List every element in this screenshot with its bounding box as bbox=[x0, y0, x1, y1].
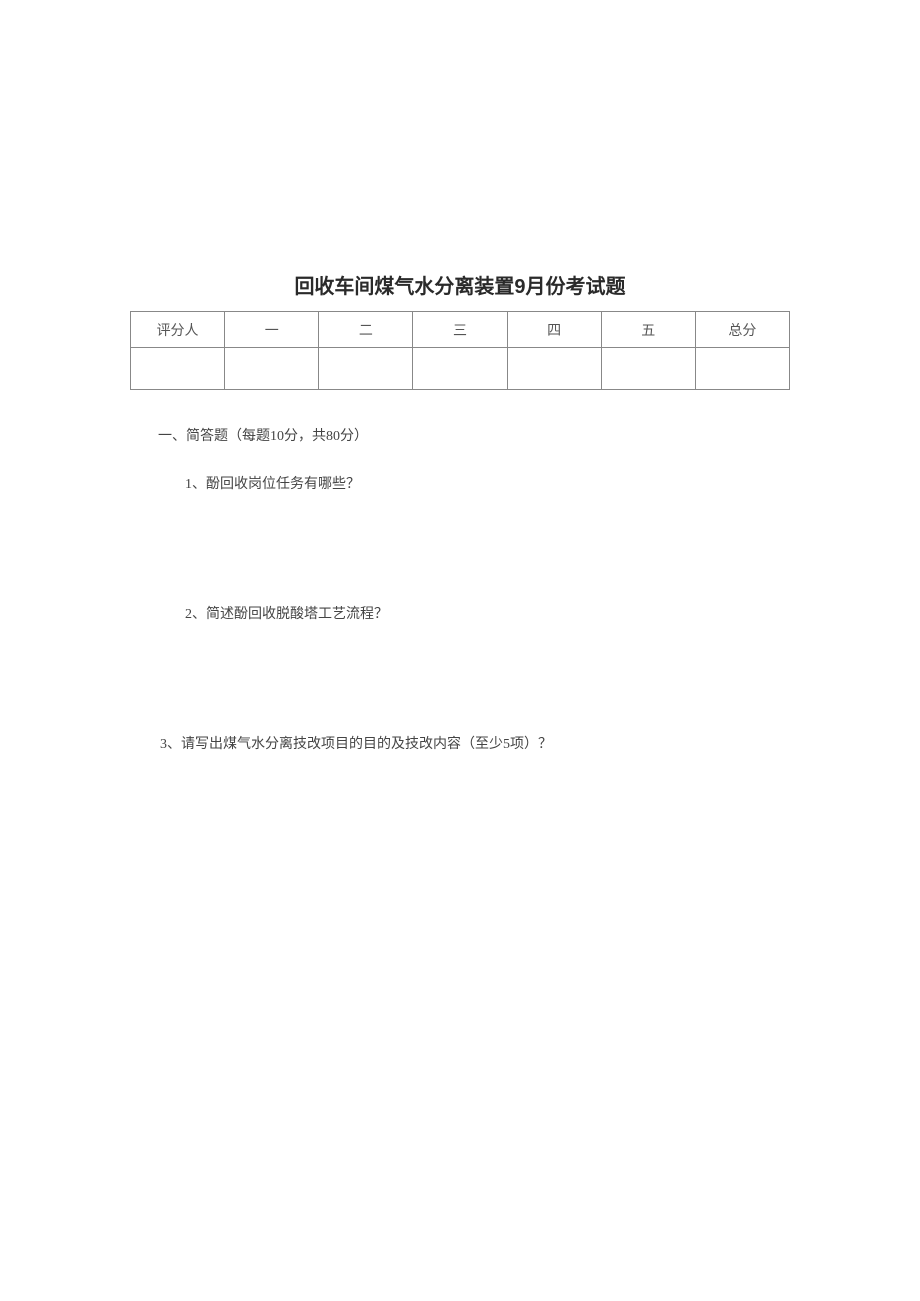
empty-cell bbox=[131, 348, 225, 390]
table-header-row: 评分人 一 二 三 四 五 总分 bbox=[131, 312, 790, 348]
header-cell-3: 三 bbox=[413, 312, 507, 348]
score-table: 评分人 一 二 三 四 五 总分 bbox=[130, 311, 790, 390]
header-cell-1: 一 bbox=[225, 312, 319, 348]
question-1: 1、酚回收岗位任务有哪些？ bbox=[185, 473, 790, 493]
header-cell-2: 二 bbox=[319, 312, 413, 348]
empty-cell bbox=[413, 348, 507, 390]
empty-cell bbox=[601, 348, 695, 390]
empty-cell bbox=[225, 348, 319, 390]
table-empty-row bbox=[131, 348, 790, 390]
question-3: 3、请写出煤气水分离技改项目的目的及技改内容（至少5项）？ bbox=[160, 733, 790, 753]
section-heading: 一、简答题（每题10分，共80分） bbox=[158, 425, 790, 445]
empty-cell bbox=[507, 348, 601, 390]
document-title: 回收车间煤气水分离装置9月份考试题 bbox=[130, 270, 790, 299]
question-2: 2、简述酚回收脱酸塔工艺流程？ bbox=[185, 603, 790, 623]
header-cell-4: 四 bbox=[507, 312, 601, 348]
header-cell-5: 五 bbox=[601, 312, 695, 348]
empty-cell bbox=[319, 348, 413, 390]
header-cell-scorer: 评分人 bbox=[131, 312, 225, 348]
empty-cell bbox=[695, 348, 789, 390]
header-cell-total: 总分 bbox=[695, 312, 789, 348]
